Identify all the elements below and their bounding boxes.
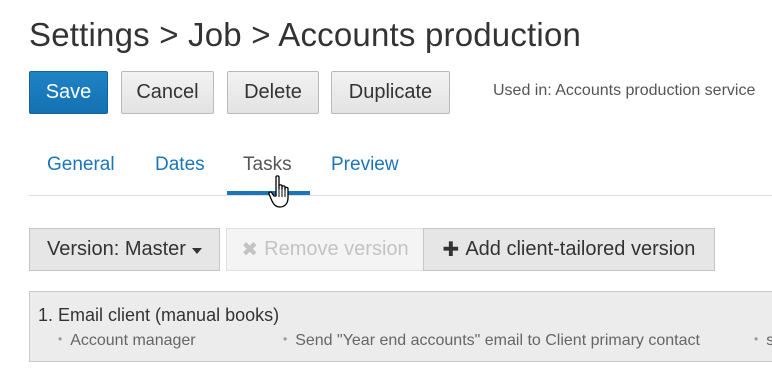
- duplicate-button[interactable]: Duplicate: [331, 71, 450, 114]
- hand-pointer-icon: [268, 175, 289, 208]
- remove-version-button[interactable]: ✖ Remove version: [226, 228, 424, 271]
- version-label: Version: Master: [47, 238, 186, 260]
- tab-bar: General Dates Tasks Preview: [29, 140, 772, 197]
- task-action: • Send "Year end accounts" email to Clien…: [283, 332, 700, 350]
- bullet-icon: •: [754, 332, 759, 346]
- task-title: 1. Email client (manual books): [38, 305, 280, 325]
- tab-preview[interactable]: Preview: [331, 154, 399, 176]
- page-title: Settings > Job > Accounts production: [29, 16, 582, 53]
- add-client-tailored-version-button[interactable]: ✚ Add client-tailored version: [423, 228, 715, 271]
- tabs-divider: [29, 195, 772, 196]
- tab-tasks[interactable]: Tasks: [243, 154, 292, 176]
- task-assignee: • Account manager: [58, 332, 196, 350]
- task-overflow-text: s: [766, 332, 772, 349]
- bullet-icon: •: [283, 332, 288, 346]
- cancel-button[interactable]: Cancel: [121, 71, 214, 114]
- remove-version-label: Remove version: [264, 238, 409, 260]
- task-action-text: Send "Year end accounts" email to Client…: [295, 332, 700, 349]
- tab-general[interactable]: General: [47, 154, 115, 176]
- save-button[interactable]: Save: [29, 71, 108, 114]
- used-in-text: Used in: Accounts production service: [493, 82, 756, 99]
- add-version-label: Add client-tailored version: [465, 238, 696, 260]
- task-item[interactable]: 1. Email client (manual books) • Account …: [29, 291, 772, 362]
- times-icon: ✖: [241, 239, 259, 261]
- version-dropdown[interactable]: Version: Master: [29, 228, 220, 271]
- caret-down-icon: [191, 247, 202, 254]
- task-assignee-text: Account manager: [70, 332, 196, 349]
- tab-dates[interactable]: Dates: [155, 154, 205, 176]
- bullet-icon: •: [58, 332, 63, 346]
- plus-icon: ✚: [442, 239, 460, 261]
- task-overflow: • s: [754, 332, 772, 350]
- delete-button[interactable]: Delete: [227, 71, 319, 114]
